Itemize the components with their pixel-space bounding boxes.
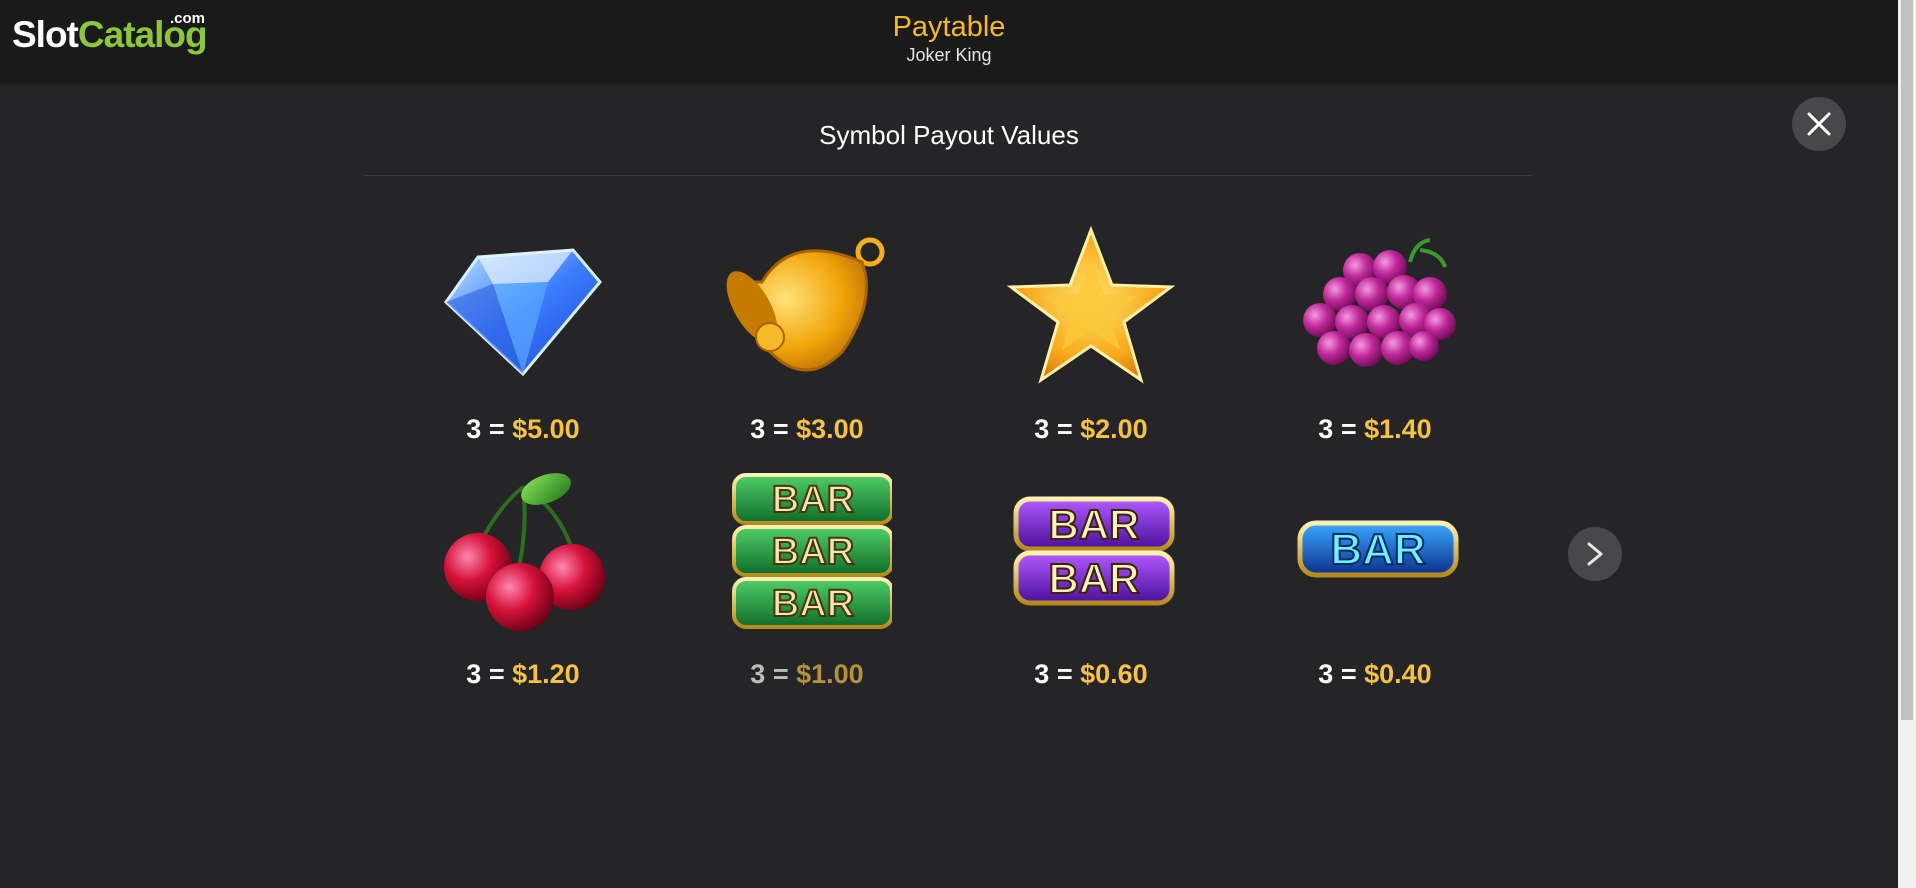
symbol-cell-grapes: 3 = $1.40 [1265, 222, 1485, 445]
symbol-cell-star: 3 = $2.00 [981, 222, 1201, 445]
svg-text:BAR: BAR [1049, 501, 1140, 548]
symbol-cell-cherries: 3 = $1.20 [413, 467, 633, 690]
symbol-cell-double-bar: BAR BAR 3 = $0.60 [981, 467, 1201, 690]
divider [364, 175, 1532, 176]
payout-single-bar: 3 = $0.40 [1318, 659, 1432, 689]
svg-text:BAR: BAR [772, 479, 854, 521]
page-title: Paytable [892, 11, 1006, 43]
symbol-cell-single-bar: BAR 3 = $0.40 [1265, 467, 1485, 690]
scrollbar-thumb[interactable] [1901, 0, 1913, 720]
svg-text:BAR: BAR [772, 583, 854, 625]
symbol-cell-triple-bar: BAR BAR BAR 3 = $1.00 [697, 467, 917, 690]
single-bar-icon: BAR [1297, 520, 1459, 578]
game-name: Joker King [906, 45, 992, 65]
bell-icon [726, 237, 885, 372]
symbol-cell-diamond: 3 = $5.00 [413, 222, 633, 445]
svg-text:BAR: BAR [772, 531, 854, 573]
triple-bar-icon: BAR BAR BAR [732, 473, 892, 629]
next-page-button[interactable] [1568, 527, 1622, 581]
payout-diamond: 3 = $5.00 [466, 414, 580, 444]
chevron-right-icon [1587, 542, 1603, 566]
header-title-block: Paytable Joker King [0, 10, 1898, 66]
payout-triple-bar: 3 = $1.00 [750, 659, 864, 689]
cherries-icon [444, 473, 605, 631]
symbol-cell-bell: 3 = $3.00 [697, 222, 917, 445]
section-title: Symbol Payout Values [819, 120, 1079, 150]
payout-bell: 3 = $3.00 [750, 414, 864, 444]
diamond-icon [444, 248, 602, 377]
top-bar: SlotCatalog .com Paytable Joker King [0, 0, 1898, 84]
grapes-icon [1303, 238, 1456, 367]
star-icon [1006, 225, 1176, 384]
payout-cherries: 3 = $1.20 [466, 659, 580, 689]
payout-grapes: 3 = $1.40 [1318, 414, 1432, 444]
double-bar-icon: BAR BAR [1013, 496, 1175, 606]
svg-text:BAR: BAR [1049, 555, 1140, 602]
payout-double-bar: 3 = $0.60 [1034, 659, 1148, 689]
svg-text:BAR: BAR [1330, 525, 1425, 574]
payout-star: 3 = $2.00 [1034, 414, 1148, 444]
